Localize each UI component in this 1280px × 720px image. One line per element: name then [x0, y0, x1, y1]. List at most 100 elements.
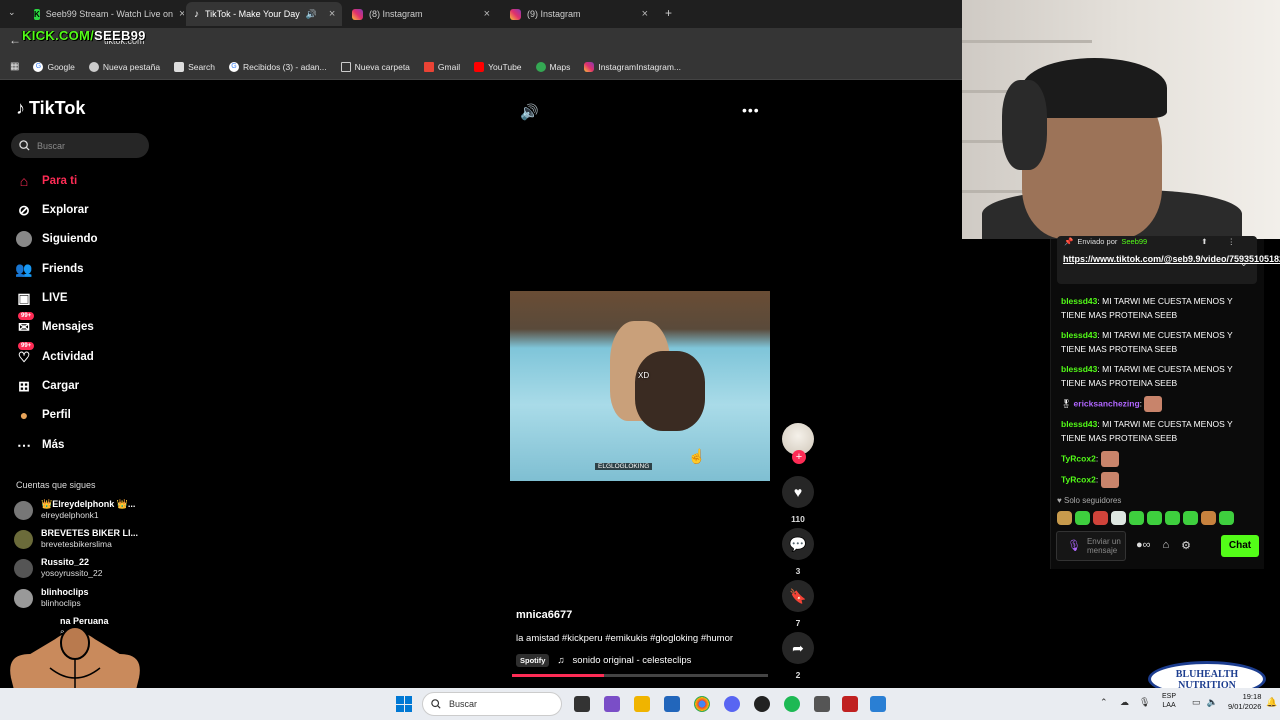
notification-bell-icon[interactable]: 🔔 [1266, 697, 1277, 708]
chat-username[interactable]: TyRcox2 [1061, 474, 1096, 484]
tab-close-icon[interactable]: × [329, 8, 335, 20]
save-action[interactable]: 🔖 7 [782, 580, 814, 628]
heart-icon[interactable]: ♥ [782, 476, 814, 508]
nav-perfil[interactable]: ● Perfil [16, 407, 71, 423]
taskbar-clock[interactable]: 19:18 9/01/2026 [1228, 692, 1261, 712]
bookmark-maps[interactable]: Maps [535, 61, 570, 72]
bookmark-gmail[interactable]: Gmail [423, 61, 460, 72]
app-icon[interactable] [814, 696, 830, 712]
tab-close-icon[interactable]: × [484, 8, 490, 20]
bookmark-google[interactable]: G Google [33, 61, 75, 72]
volume-icon[interactable]: 🔊 [520, 103, 539, 121]
like-action[interactable]: ♥ 110 [782, 476, 814, 524]
emote-icon[interactable] [1165, 511, 1180, 525]
following-account[interactable]: BREVETES BIKER LI... brevetesbikerslima [14, 528, 138, 550]
chat-message-input[interactable]: 🎙 Enviar un mensaje [1056, 531, 1126, 561]
apps-grid-icon[interactable]: ▦ [10, 61, 19, 72]
nav-explorar[interactable]: ⊘ Explorar [16, 202, 89, 218]
emote-icon[interactable] [1057, 511, 1072, 525]
send-chat-button[interactable]: Chat [1221, 535, 1259, 557]
people-icon[interactable]: ●∞ [1136, 539, 1151, 552]
emote-icon[interactable] [1201, 511, 1216, 525]
chat-username[interactable]: blessd43 [1061, 330, 1097, 340]
video-player[interactable]: XD ELGLOGLOKING [510, 291, 770, 481]
search-input[interactable]: Buscar [11, 133, 149, 158]
bookmark-youtube[interactable]: YouTube [474, 61, 522, 72]
nav-actividad[interactable]: ♡ 99+ Actividad [16, 342, 94, 365]
microphone-icon[interactable]: 🎙 [1139, 697, 1150, 708]
share-action[interactable]: ➦ 2 [782, 632, 814, 680]
emote-icon[interactable] [1129, 511, 1144, 525]
nav-mas[interactable]: ⋯ Más [16, 437, 64, 453]
emote-icon[interactable] [1093, 511, 1108, 525]
bookmark-instagram[interactable]: InstagramInstagram... [584, 61, 681, 72]
nav-mensajes[interactable]: ✉ 99+ Mensajes [16, 312, 94, 335]
calculator-icon[interactable] [870, 696, 886, 712]
share-icon[interactable]: ➦ [782, 632, 814, 664]
app-icon[interactable] [604, 696, 620, 712]
app-icon[interactable] [842, 696, 858, 712]
chrome-icon[interactable] [694, 696, 710, 712]
tab-instagram-8[interactable]: (8) Instagram × [344, 2, 498, 26]
bookmark-nueva-pestana[interactable]: Nueva pestaña [88, 61, 160, 72]
follow-plus-icon[interactable]: + [792, 450, 806, 464]
bookmark-icon[interactable]: 🔖 [782, 580, 814, 612]
tab-close-icon[interactable]: × [179, 8, 184, 20]
nav-para-ti[interactable]: ⌂ Para ti [16, 173, 77, 189]
video-author[interactable]: mnica6677 [516, 609, 572, 621]
emote-icon[interactable] [1147, 511, 1162, 525]
nav-cargar[interactable]: ⊞ Cargar [16, 378, 79, 394]
chat-username[interactable]: blessd43 [1061, 296, 1097, 306]
back-arrow-icon[interactable]: ← [9, 33, 21, 47]
following-account[interactable]: blinhoclips blinhoclips [14, 587, 89, 609]
settings-icon[interactable]: ⚙ [1181, 539, 1191, 552]
emote-icon[interactable] [1075, 511, 1090, 525]
taskbar-search[interactable]: Buscar [422, 692, 562, 716]
pinned-link[interactable]: https://www.tiktok.com/@seb9.9/video/759… [1063, 253, 1280, 265]
store-icon[interactable]: ⌂ [1163, 539, 1170, 552]
chat-username[interactable]: blessd43 [1061, 419, 1097, 429]
tray-chevron-icon[interactable]: ⌃ [1100, 697, 1108, 708]
store-icon[interactable] [664, 696, 680, 712]
nav-siguiendo[interactable]: Siguiendo [16, 231, 98, 247]
tab-tiktok[interactable]: ♪ TikTok - Make Your Day 🔊 × [186, 2, 342, 26]
comment-icon[interactable]: 💬 [782, 528, 814, 560]
spotify-tag[interactable]: Spotify [516, 654, 550, 667]
pin-up-arrow-icon[interactable]: ⬆ [1201, 237, 1207, 246]
chat-username[interactable]: blessd43 [1061, 364, 1097, 374]
microphone-icon[interactable]: 🎙 [1067, 540, 1081, 551]
more-options-icon[interactable]: ••• [742, 102, 760, 118]
emote-icon[interactable] [1183, 511, 1198, 525]
language-indicator[interactable]: ESP LAA [1162, 692, 1176, 710]
discord-icon[interactable] [724, 696, 740, 712]
video-progress-bar[interactable] [512, 674, 768, 677]
tiktok-logo[interactable]: ♪ TikTok [16, 98, 85, 119]
nav-live[interactable]: ▣ LIVE [16, 290, 67, 306]
network-icon[interactable]: ☁ [1120, 697, 1129, 708]
obs-icon[interactable] [754, 696, 770, 712]
comment-action[interactable]: 💬 3 [782, 528, 814, 576]
spotify-icon[interactable] [784, 696, 800, 712]
bookmark-recibidos[interactable]: G Recibidos (3) - adan... [229, 61, 327, 72]
pin-more-icon[interactable]: ⋮ [1228, 237, 1236, 246]
nav-friends[interactable]: 👥 Friends [15, 261, 83, 277]
tab-kick[interactable]: K Seeb99 Stream - Watch Live on × [26, 2, 184, 26]
tray-status[interactable]: ▭ 🔈 [1192, 697, 1218, 708]
video-music[interactable]: Spotify ♫ sonido original - celesteclips [516, 654, 691, 667]
chevron-down-icon[interactable]: ⌄ [1240, 258, 1248, 269]
chat-username[interactable]: ericksanchezing [1074, 398, 1140, 408]
tab-audio-icon[interactable]: 🔊 [306, 9, 317, 20]
tab-search-chevron-icon[interactable]: ⌄ [8, 7, 16, 18]
new-tab-button[interactable]: + [665, 6, 672, 20]
emote-icon[interactable] [1219, 511, 1234, 525]
following-account[interactable]: 👑Elreydelphonk 👑... elreydelphonk1 [14, 499, 135, 521]
chat-username[interactable]: TyRcox2 [1061, 453, 1096, 463]
tab-instagram-9[interactable]: (9) Instagram × [502, 2, 656, 26]
windows-start-icon[interactable] [396, 696, 412, 712]
file-explorer-icon[interactable] [634, 696, 650, 712]
following-account[interactable]: Russito_22 yosoyrussito_22 [14, 557, 102, 579]
tab-close-icon[interactable]: × [642, 8, 648, 20]
bookmark-nueva-carpeta[interactable]: Nueva carpeta [340, 61, 410, 72]
bookmark-search[interactable]: Search [174, 61, 215, 72]
task-view-icon[interactable] [574, 696, 590, 712]
